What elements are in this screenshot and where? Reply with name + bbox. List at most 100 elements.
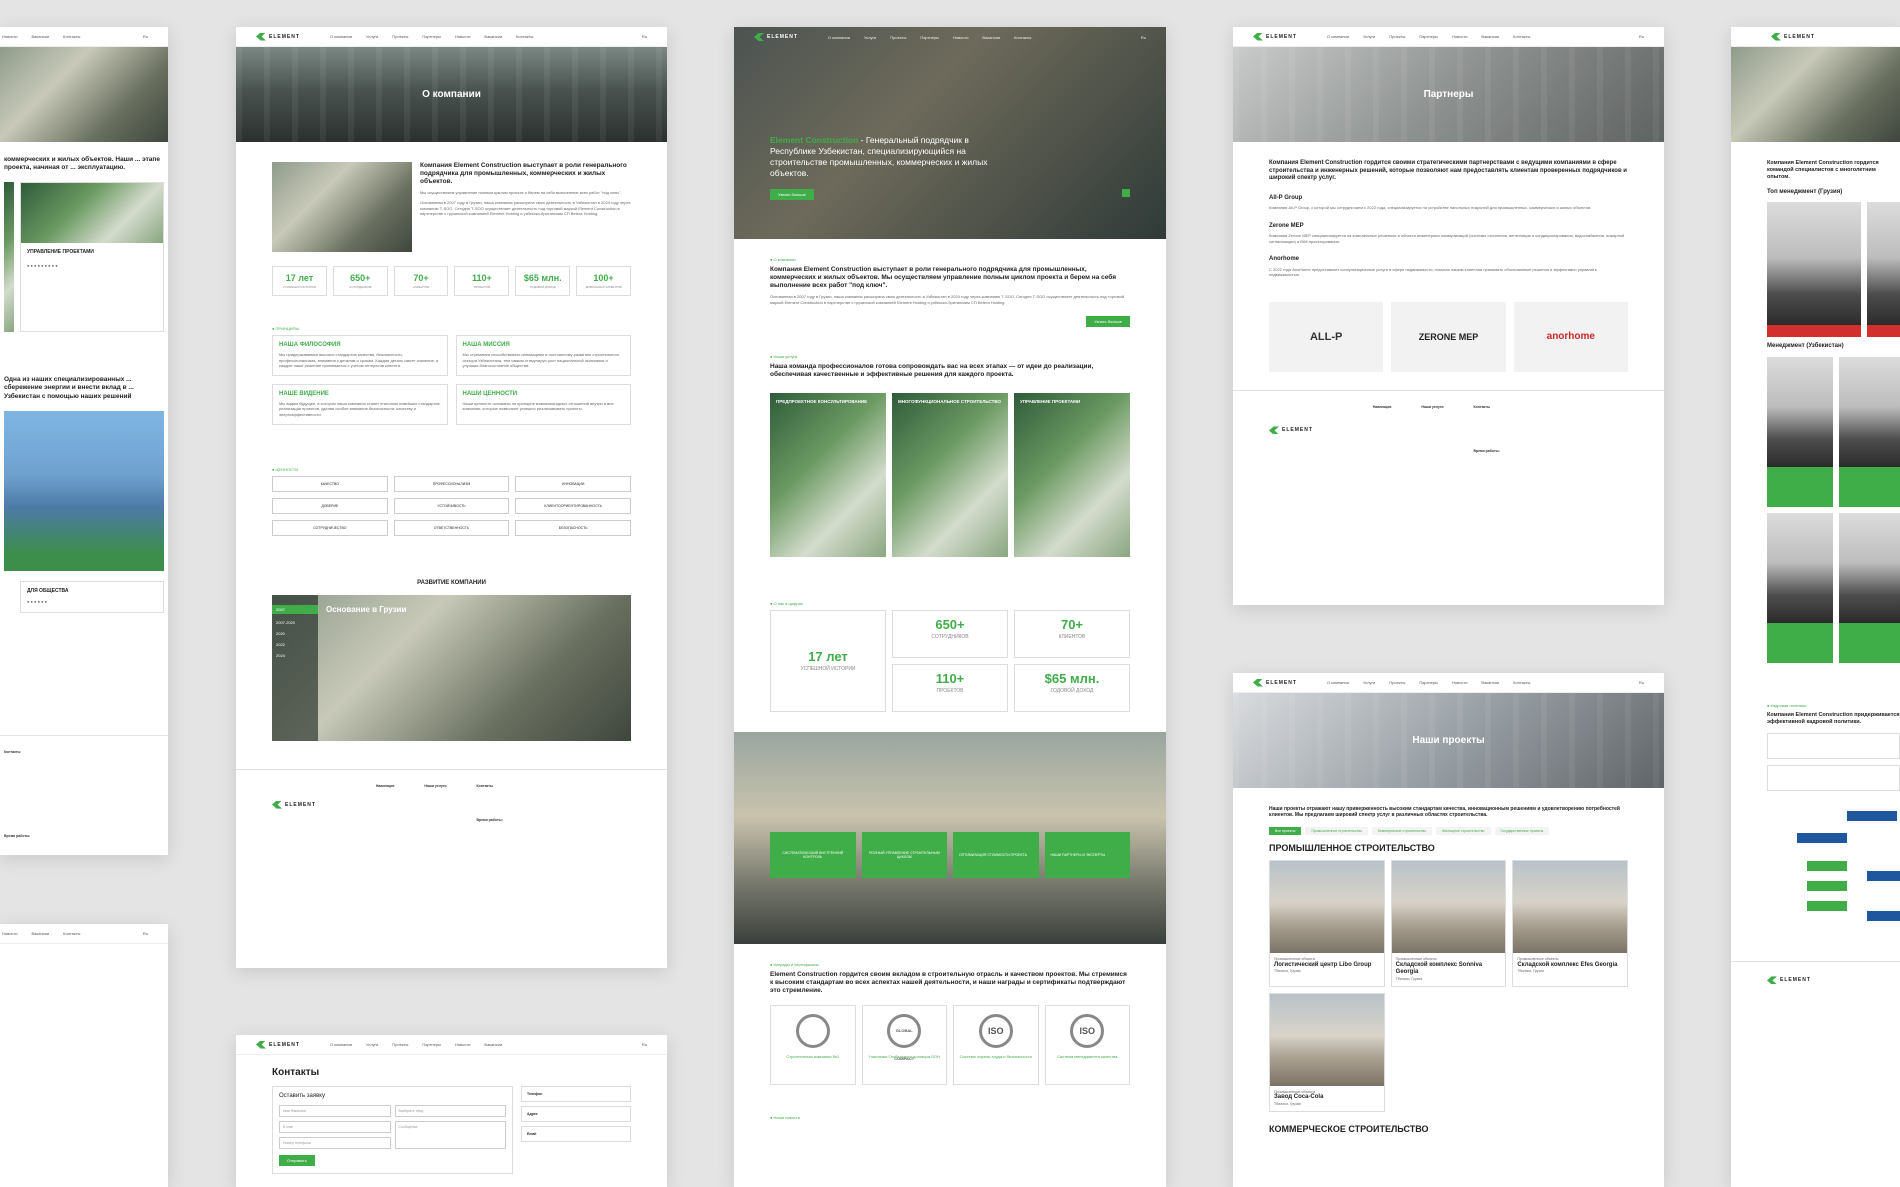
service-card[interactable]: УПРАВЛЕНИЕ ПРОЕКТАМИ — [1014, 392, 1130, 557]
nav-item[interactable]: О компании — [1327, 34, 1349, 39]
lang-switch[interactable]: Ru — [1639, 34, 1644, 39]
team-member-card[interactable] — [1839, 356, 1900, 507]
left-hero-image — [0, 47, 168, 142]
logo-text[interactable]: ELEMENT — [1266, 680, 1297, 686]
slider-next-icon[interactable] — [1122, 189, 1130, 197]
year-tab[interactable]: 2007 — [272, 605, 318, 615]
team-member-card[interactable] — [1767, 356, 1833, 507]
nav-item-projects[interactable]: Проекты — [392, 34, 408, 39]
footer-logo[interactable]: ELEMENT — [1780, 977, 1811, 983]
phone-field[interactable]: Номер телефона — [279, 1136, 391, 1149]
nav-item[interactable]: Проекты — [890, 35, 906, 40]
team-member-card[interactable] — [1767, 512, 1833, 663]
team-member-card[interactable] — [1867, 202, 1900, 338]
filter-tab[interactable]: Государственные проекты — [1494, 826, 1550, 835]
logo-icon — [256, 1040, 266, 1049]
nav-item[interactable]: Вакансии — [31, 34, 49, 39]
nav-item-contacts[interactable]: Контакты — [516, 34, 533, 39]
nav-item[interactable]: О компании — [1327, 680, 1349, 685]
service-card[interactable]: ПРЕДПРОЕКТНОЕ КОНСУЛЬТИРОВАНИЕ — [770, 392, 886, 557]
message-field[interactable]: Сообщение — [394, 1120, 506, 1149]
nav-item[interactable]: Услуги — [1363, 34, 1375, 39]
allp-logo[interactable]: ALL-P — [1269, 301, 1384, 372]
nav-item[interactable]: Новости — [953, 35, 968, 40]
nav-item[interactable]: Контакты — [1014, 35, 1031, 40]
lang-switch[interactable]: Ru — [642, 34, 647, 39]
nav-item[interactable]: Новости — [2, 931, 17, 936]
nav-item[interactable]: Контакты — [63, 931, 80, 936]
project-card[interactable]: Промышленные объекты Завод Coca-Cola Тбили… — [1269, 992, 1385, 1112]
about-intro-image — [272, 162, 412, 252]
nav-item-news[interactable]: Новости — [455, 34, 470, 39]
footer-logo[interactable]: ELEMENT — [1282, 427, 1313, 433]
nav-item[interactable]: Контакты — [1513, 34, 1530, 39]
nav-item[interactable]: Услуги — [1363, 680, 1375, 685]
nav-item[interactable]: Партнеры — [1419, 34, 1438, 39]
logo-text[interactable]: ELEMENT — [1266, 34, 1297, 40]
nav-item[interactable]: Партнеры — [1419, 680, 1438, 685]
lang-switch[interactable]: Ru — [143, 931, 148, 936]
email-field[interactable]: E-mail — [279, 1120, 391, 1133]
lang-switch[interactable]: Ru — [1141, 35, 1146, 40]
nav-item[interactable]: Проекты — [1389, 680, 1405, 685]
nav-item[interactable]: Партнеры — [422, 1042, 441, 1047]
topic-select[interactable]: Выберите тему — [394, 1104, 506, 1117]
nav-item[interactable]: Вакансии — [1481, 680, 1499, 685]
filter-tab[interactable]: Промышленное строительство — [1305, 826, 1368, 835]
nav-item[interactable]: О компании — [330, 1042, 352, 1047]
nav-item[interactable]: Контакты — [1513, 680, 1530, 685]
about-learn-more-button[interactable]: Узнать больше — [1086, 315, 1130, 327]
about-intro-text: Мы осуществляем управление полным циклом… — [420, 190, 622, 196]
logo[interactable]: ELEMENT — [256, 32, 300, 41]
nav-item[interactable]: О компании — [828, 35, 850, 40]
filter-tab[interactable]: Все проекты — [1269, 826, 1302, 835]
footer-logo[interactable]: ELEMENT — [272, 784, 316, 825]
nav-item[interactable]: Вакансии — [484, 1042, 502, 1047]
logo-text[interactable]: ELEMENT — [767, 34, 798, 40]
iso-badge-icon: ISO — [978, 1014, 1013, 1049]
nav-item[interactable]: Вакансии — [982, 35, 1000, 40]
lang-switch[interactable]: Ru — [1639, 680, 1644, 685]
lang-switch[interactable]: Ru — [143, 34, 148, 39]
logo-text[interactable]: ELEMENT — [1784, 34, 1815, 40]
nav-item[interactable]: Новости — [1452, 34, 1467, 39]
nav-item[interactable]: Вакансии — [1481, 34, 1499, 39]
anorhome-logo[interactable]: anorhome — [1513, 301, 1628, 372]
nav-item[interactable]: Услуги — [366, 1042, 378, 1047]
logo-text[interactable]: ELEMENT — [269, 1042, 300, 1048]
filter-tab[interactable]: Жилищное строительство — [1436, 826, 1491, 835]
name-field[interactable]: Имя Фамилия — [279, 1104, 391, 1117]
nav-item[interactable]: Контакты — [63, 34, 80, 39]
cert-label: Строительная компания №1 — [786, 1054, 840, 1060]
service-card[interactable]: МНОГОФУНКЦИОНАЛЬНОЕ СТРОИТЕЛЬСТВО — [892, 392, 1008, 557]
partner-entry: Anorhome С 2022 года Anorhome предоставл… — [1269, 256, 1628, 278]
nav-item[interactable]: Услуги — [864, 35, 876, 40]
nav-item-about[interactable]: О компании — [330, 34, 352, 39]
hero-learn-more-button[interactable]: Узнать больше — [770, 189, 814, 200]
project-card[interactable]: Промышленные объекты Складской комплекс E… — [1512, 859, 1628, 987]
team-member-card[interactable] — [1839, 512, 1900, 663]
nav-item[interactable]: Вакансии — [31, 931, 49, 936]
nav-item[interactable]: Новости — [2, 34, 17, 39]
project-card[interactable]: Промышленные объекты Логистический центр … — [1269, 859, 1385, 987]
nav-item[interactable]: Новости — [455, 1042, 470, 1047]
lang-switch[interactable]: Ru — [642, 1042, 647, 1047]
year-tab[interactable]: 2020 — [272, 631, 318, 636]
project-card[interactable]: Промышленные объекты Складской комплекс S… — [1390, 859, 1507, 987]
principle-card: НАШЕ ВИДЕНИЕ Мы видим будущее, в котором … — [272, 383, 448, 425]
zerone-logo[interactable]: ZERONE MEP — [1391, 301, 1506, 372]
nav-item-vacancies[interactable]: Вакансии — [484, 34, 502, 39]
nav-item[interactable]: Партнеры — [920, 35, 939, 40]
team-member-card[interactable] — [1767, 202, 1862, 338]
nav-item[interactable]: Новости — [1452, 680, 1467, 685]
nav-item-partners[interactable]: Партнеры — [422, 34, 441, 39]
cert-label: Система охраны труда и безопасности — [959, 1054, 1032, 1060]
year-tab[interactable]: 2022 — [272, 642, 318, 647]
filter-tab[interactable]: Коммерческое строительство — [1371, 826, 1433, 835]
year-tab[interactable]: 2024 — [272, 653, 318, 658]
year-tab[interactable]: 2007-2020 — [272, 620, 318, 625]
nav-item[interactable]: Проекты — [1389, 34, 1405, 39]
submit-button[interactable]: Отправить — [279, 1154, 315, 1166]
nav-item-services[interactable]: Услуги — [366, 34, 378, 39]
nav-item[interactable]: Проекты — [392, 1042, 408, 1047]
